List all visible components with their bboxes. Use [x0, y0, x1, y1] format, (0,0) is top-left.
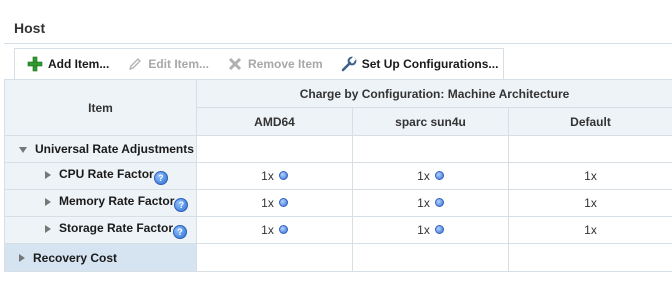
row-header[interactable]: CPU Rate Factor? [4, 162, 197, 190]
details-dot-icon[interactable] [278, 225, 288, 234]
expand-icon[interactable] [45, 170, 51, 179]
add-item-label: Add Item... [48, 57, 110, 71]
row-label: CPU Rate Factor [59, 167, 154, 181]
table-cell [196, 243, 353, 272]
row-label: Memory Rate Factor [59, 194, 175, 208]
details-dot-icon[interactable] [434, 171, 444, 180]
table-cell[interactable]: 1x [352, 189, 509, 217]
column-header-default[interactable]: Default [507, 107, 672, 136]
edit-item-button[interactable]: Edit Item... [127, 56, 209, 72]
title-divider [4, 43, 672, 44]
table-cell: 1x [507, 162, 672, 190]
table-cell[interactable]: 1x [352, 162, 509, 190]
cell-value: 1x [261, 223, 274, 237]
remove-item-button[interactable]: Remove Item [227, 56, 323, 72]
cell-value: 1x [584, 196, 597, 210]
cell-value: 1x [261, 169, 274, 183]
cell-value: 1x [417, 169, 430, 183]
row-label: Universal Rate Adjustments [35, 142, 194, 156]
details-dot-icon[interactable] [278, 171, 288, 180]
panel-title: Host [14, 20, 46, 36]
pencil-icon [129, 58, 142, 71]
cell-value: 1x [417, 196, 430, 210]
setup-configurations-button[interactable]: Set Up Configurations... [341, 56, 499, 72]
table-row[interactable]: Memory Rate Factor? 1x 1x 1x [4, 189, 672, 217]
cell-value: 1x [584, 169, 597, 183]
column-header-amd64[interactable]: AMD64 [196, 107, 353, 136]
row-header[interactable]: Memory Rate Factor? [4, 189, 197, 217]
collapse-icon[interactable] [19, 146, 27, 153]
details-dot-icon[interactable] [434, 198, 444, 207]
table-cell[interactable]: 1x [196, 216, 353, 244]
expand-icon[interactable] [19, 254, 25, 263]
remove-item-label: Remove Item [248, 57, 323, 71]
table-row[interactable]: CPU Rate Factor? 1x 1x 1x [4, 162, 672, 190]
row-header[interactable]: Recovery Cost [4, 243, 197, 272]
details-dot-icon[interactable] [434, 225, 444, 234]
wrench-icon [341, 56, 357, 72]
column-header-sparc[interactable]: sparc sun4u [352, 107, 509, 136]
help-icon[interactable]: ? [174, 198, 189, 212]
add-icon [27, 56, 43, 72]
row-label: Storage Rate Factor [59, 221, 174, 235]
table-cell [196, 135, 353, 163]
rate-table: Item Charge by Configuration: Machine Ar… [4, 79, 672, 272]
row-header[interactable]: Universal Rate Adjustments [4, 135, 197, 163]
table-row[interactable]: Storage Rate Factor? 1x 1x 1x [4, 216, 672, 244]
cell-value: 1x [261, 196, 274, 210]
table-cell [507, 135, 672, 163]
help-icon[interactable]: ? [153, 171, 168, 185]
setup-configurations-label: Set Up Configurations... [361, 57, 499, 71]
table-row[interactable]: Recovery Cost [4, 243, 672, 272]
table-cell: 1x [507, 189, 672, 217]
group-column-header: Charge by Configuration: Machine Archite… [195, 79, 672, 108]
table-cell [352, 135, 509, 163]
row-header[interactable]: Storage Rate Factor? [4, 216, 197, 244]
expand-icon[interactable] [45, 197, 51, 206]
table-cell [507, 243, 672, 272]
cell-value: 1x [417, 223, 430, 237]
table-row[interactable]: Universal Rate Adjustments [4, 135, 672, 163]
table-cell[interactable]: 1x [196, 162, 353, 190]
toolbar: Add Item... Edit Item... Remove Item Set… [14, 48, 504, 79]
expand-icon[interactable] [45, 224, 51, 233]
details-dot-icon[interactable] [278, 198, 288, 207]
remove-icon [228, 57, 242, 71]
cell-value: 1x [584, 223, 597, 237]
edit-item-label: Edit Item... [148, 57, 210, 71]
table-cell [352, 243, 509, 272]
table-cell[interactable]: 1x [196, 189, 353, 217]
table-cell: 1x [507, 216, 672, 244]
help-icon[interactable]: ? [173, 225, 188, 239]
row-label: Recovery Cost [33, 250, 118, 265]
table-cell[interactable]: 1x [352, 216, 509, 244]
item-column-header[interactable]: Item [4, 79, 197, 136]
add-item-button[interactable]: Add Item... [27, 56, 109, 72]
